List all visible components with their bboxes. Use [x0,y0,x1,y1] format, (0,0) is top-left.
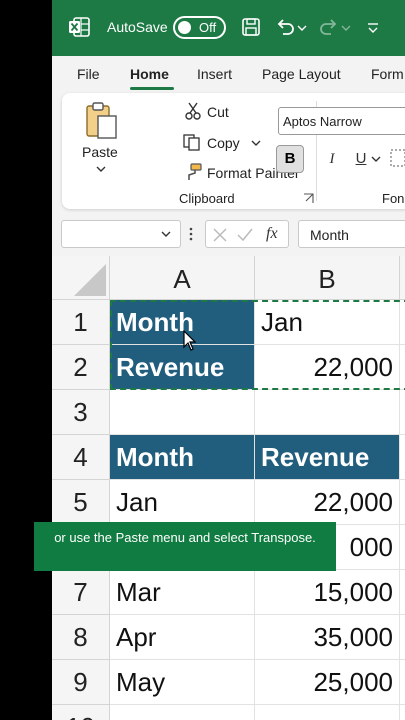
redo-dropdown-icon[interactable] [340,16,352,38]
cell-a5[interactable]: Jan [110,480,255,525]
copy-icon[interactable] [182,133,202,151]
title-bar: AutoSave Off [52,0,405,56]
underline-dropdown-icon[interactable] [370,155,382,163]
row-header-9[interactable]: 9 [52,660,110,705]
copy-label[interactable]: Copy [207,135,240,151]
cell-a7[interactable]: Mar [110,570,255,615]
select-all-corner[interactable] [52,256,110,300]
cell-a10[interactable] [110,705,255,720]
cell-a4[interactable]: Month [110,435,255,480]
cell-a9[interactable]: May [110,660,255,705]
cell-b2[interactable]: 22,000 [255,345,400,390]
paste-label[interactable]: Paste [82,144,118,160]
autosave-label: AutoSave [107,19,168,35]
column-header-c[interactable] [400,256,405,300]
cell-c5[interactable] [400,480,405,525]
formula-bar: fx Month [52,212,405,256]
font-group-label: Fon [382,191,405,206]
italic-button[interactable]: I [320,145,344,173]
cell-c10[interactable] [400,705,405,720]
row-header-7[interactable]: 7 [52,570,110,615]
row-header-8[interactable]: 8 [52,615,110,660]
save-icon[interactable] [240,16,262,38]
copy-dropdown-icon[interactable] [250,139,262,147]
ribbon-tabs: File Home Insert Page Layout Form [52,56,405,92]
cell-b10[interactable] [255,705,400,720]
cut-label[interactable]: Cut [207,104,229,120]
cell-c9[interactable] [400,660,405,705]
cell-b3[interactable] [255,390,400,435]
format-painter-icon[interactable] [183,162,203,182]
cell-c8[interactable] [400,615,405,660]
font-name-box[interactable]: Aptos Narrow [278,107,405,135]
tab-insert[interactable]: Insert [197,66,232,82]
name-box-dropdown-icon[interactable] [160,230,172,238]
cancel-icon[interactable] [212,227,228,243]
cell-c1[interactable] [400,300,405,345]
mouse-cursor-icon [183,330,197,351]
column-header-a[interactable]: A [110,256,255,300]
cell-a8[interactable]: Apr [110,615,255,660]
clipboard-launcher-icon[interactable] [303,193,314,204]
excel-window: AutoSave Off File Home Insert Page Layou… [52,0,405,720]
borders-icon[interactable] [388,147,405,169]
insert-function-button[interactable]: fx [266,225,278,243]
excel-logo-icon [69,17,90,37]
paste-dropdown-icon[interactable] [95,165,107,173]
cell-b8[interactable]: 35,000 [255,615,400,660]
tab-home[interactable]: Home [130,66,169,82]
cell-c2[interactable] [400,345,405,390]
tab-page-layout[interactable]: Page Layout [262,66,341,82]
cell-b5[interactable]: 22,000 [255,480,400,525]
tab-formulas[interactable]: Form [371,66,404,82]
column-header-b[interactable]: B [255,256,400,300]
paste-icon[interactable] [84,101,120,141]
autosave-state: Off [199,20,217,35]
undo-icon[interactable] [274,16,296,38]
cell-c7[interactable] [400,570,405,615]
customize-toolbar-icon[interactable] [365,16,381,38]
cell-a3[interactable] [110,390,255,435]
worksheet-grid: A B 1 2 3 4 5 6 7 8 9 10 Month Jan Reven… [52,256,405,720]
more-options-icon[interactable] [188,226,194,242]
ribbon-home: Paste Cut Copy Format Painter Clipboard [62,93,405,209]
bold-button[interactable]: B [276,145,304,173]
formula-controls: fx [205,220,289,248]
tutorial-caption: or use the Paste menu and select Transpo… [34,522,336,571]
cell-b4[interactable]: Revenue [255,435,400,480]
select-all-icon [74,264,106,296]
cell-b1[interactable]: Jan [255,300,400,345]
name-box[interactable] [61,220,181,248]
formula-value: Month [310,227,349,243]
formula-input[interactable]: Month [298,220,405,248]
cut-icon[interactable] [184,102,202,120]
cell-b7[interactable]: 15,000 [255,570,400,615]
cell-c3[interactable] [400,390,405,435]
autosave-toggle[interactable]: Off [173,16,226,39]
undo-dropdown-icon[interactable] [296,16,308,38]
font-name-value: Aptos Narrow [283,114,362,129]
tab-file[interactable]: File [77,66,100,82]
row-header-3[interactable]: 3 [52,390,110,435]
row-header-1[interactable]: 1 [52,300,110,345]
row-header-4[interactable]: 4 [52,435,110,480]
toggle-knob [178,21,191,34]
row-header-2[interactable]: 2 [52,345,110,390]
cell-b9[interactable]: 25,000 [255,660,400,705]
row-header-5[interactable]: 5 [52,480,110,525]
enter-icon[interactable] [236,227,254,243]
active-tab-indicator [130,87,174,90]
row-header-10[interactable]: 10 [52,705,110,720]
clipboard-group-label: Clipboard [179,191,235,206]
redo-icon[interactable] [318,16,340,38]
cell-c6[interactable] [400,525,405,570]
cell-c4[interactable] [400,435,405,480]
